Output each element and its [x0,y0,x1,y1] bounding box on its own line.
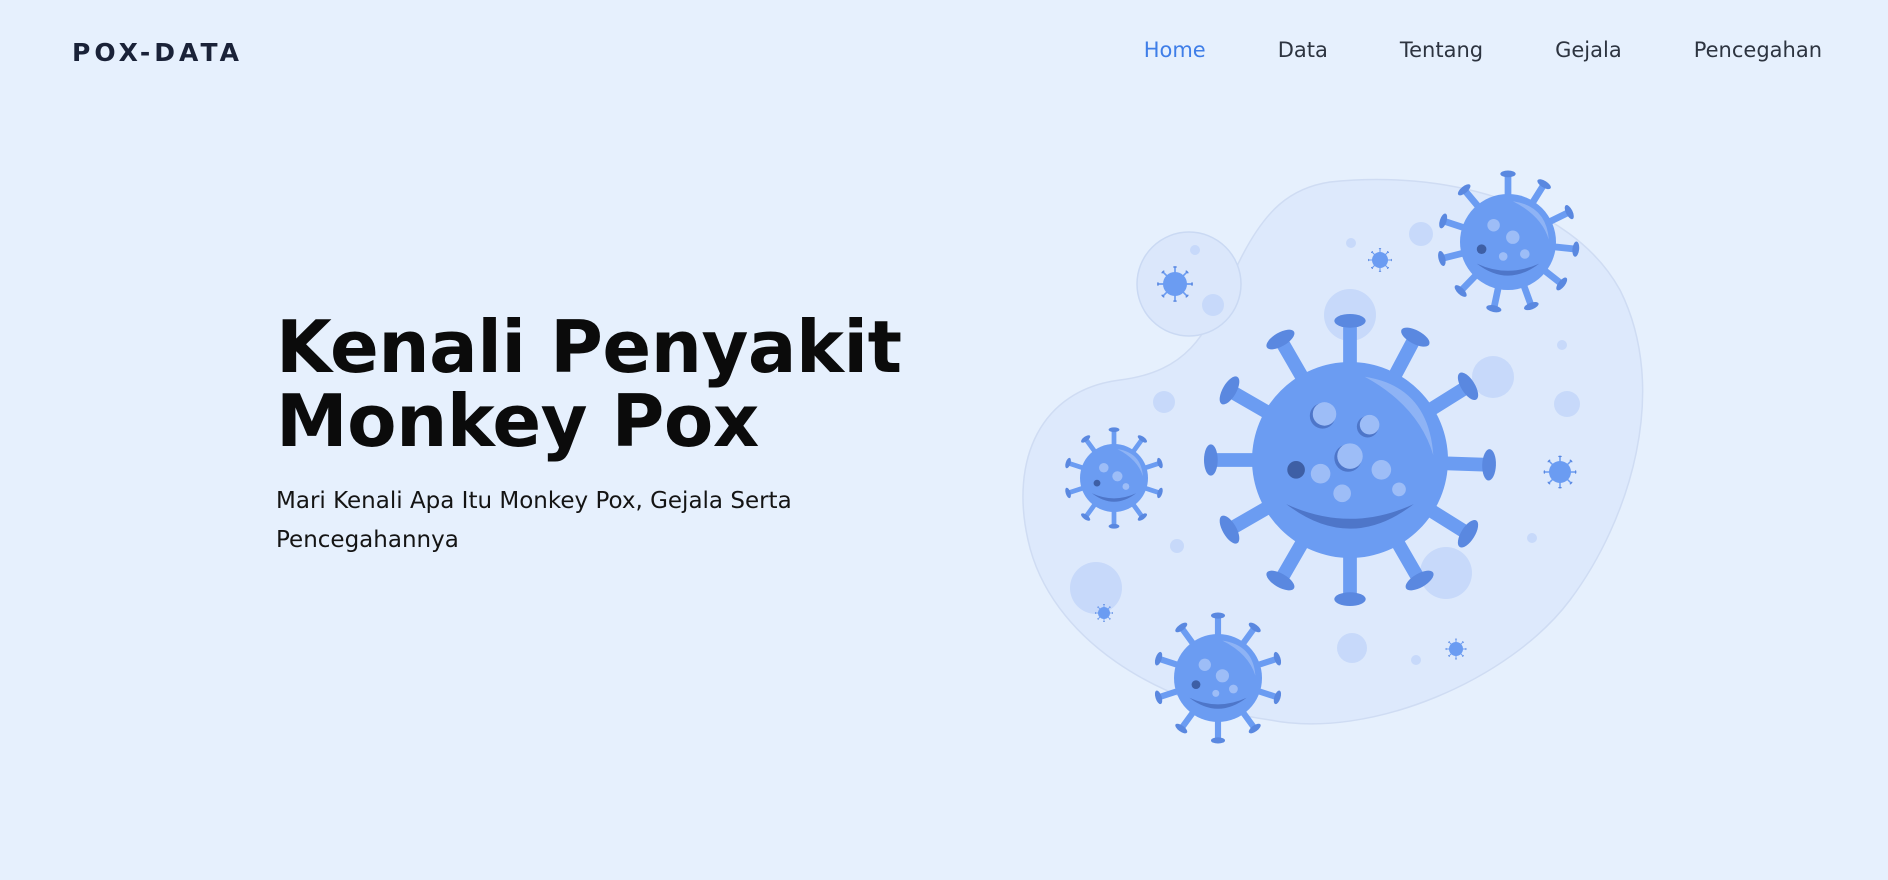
hero-subtitle: Mari Kenali Apa Itu Monkey Pox, Gejala S… [276,488,792,553]
nav-link-home[interactable]: Home [1144,38,1206,62]
hero-title-line-2: Monkey Pox [276,379,759,463]
hero-title-line-1: Kenali Penyakit [276,305,902,389]
nav-menu: Home Data Tentang Gejala Pencegahan [1072,38,1822,62]
virus-illustration-svg [1022,160,1644,760]
bubble [1409,222,1433,246]
virus-tiny-icon [1368,248,1392,272]
virus-tiny-icon [1157,266,1193,302]
bubble [1202,294,1224,316]
virus-illustration [1010,160,1650,760]
bubble [1527,533,1537,543]
bubble [1554,391,1580,417]
bubble [1070,562,1122,614]
nav-link-data[interactable]: Data [1278,38,1328,62]
bubble [1346,238,1356,248]
navbar: POX-DATA Home Data Tentang Gejala Penceg… [0,0,1888,110]
virus-tiny-icon [1095,604,1113,622]
virus-tiny-icon [1544,456,1577,489]
virus-tiny-icon [1446,639,1467,660]
bubble [1472,356,1514,398]
nav-link-tentang[interactable]: Tentang [1400,38,1483,62]
hero-title: Kenali Penyakit Monkey Pox [276,305,902,463]
bubble [1557,340,1567,350]
bubble [1411,655,1421,665]
brand-logo[interactable]: POX-DATA [72,38,243,67]
nav-link-gejala[interactable]: Gejala [1555,38,1622,62]
nav-link-pencegahan[interactable]: Pencegahan [1694,38,1822,62]
bubble [1337,633,1367,663]
bubble [1170,539,1184,553]
bubble [1190,245,1200,255]
hero-section: Kenali Penyakit Monkey Pox Mari Kenali A… [276,305,902,560]
bubble [1153,391,1175,413]
